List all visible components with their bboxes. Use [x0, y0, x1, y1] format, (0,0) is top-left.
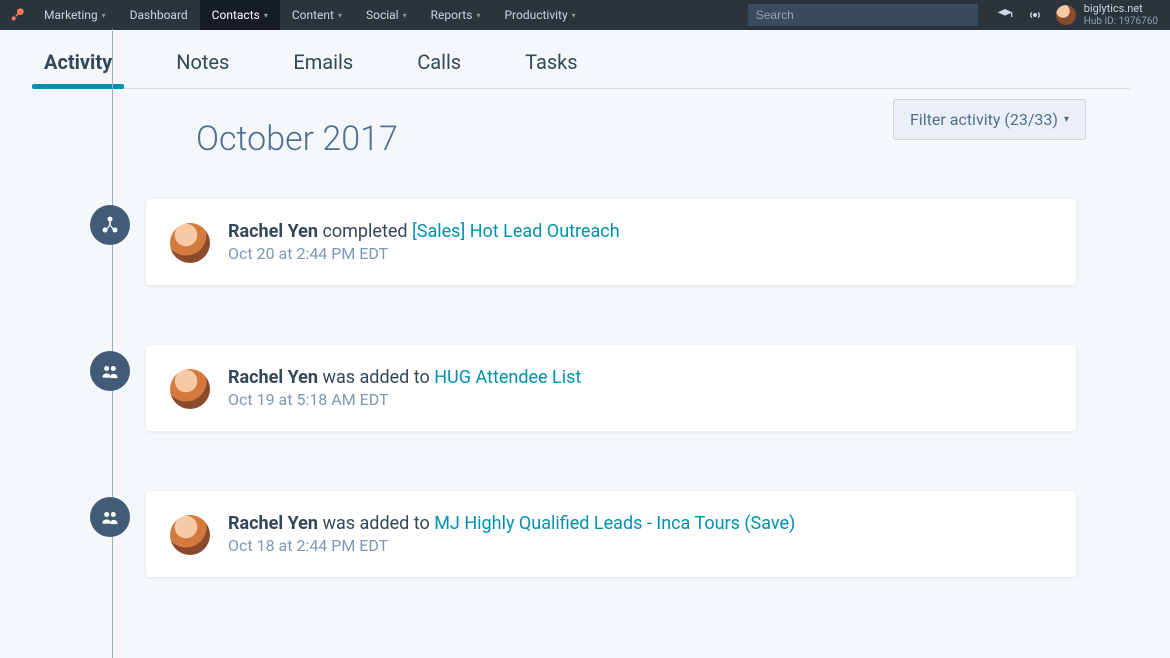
- activity-actor: Rachel Yen: [228, 221, 318, 242]
- chevron-down-icon: ▾: [572, 11, 576, 20]
- tab-label: Activity: [44, 50, 112, 74]
- record-tabs: Activity Notes Emails Calls Tasks: [0, 30, 1170, 89]
- nav-item-dashboard[interactable]: Dashboard: [118, 0, 200, 30]
- activity-object-link[interactable]: MJ Highly Qualified Leads - Inca Tours (…: [434, 513, 795, 534]
- top-nav: Marketing ▾ Dashboard Contacts ▾ Content…: [0, 0, 1170, 30]
- activity-actor: Rachel Yen: [228, 513, 318, 534]
- nav-item-contacts[interactable]: Contacts ▾: [200, 0, 280, 30]
- activity-card[interactable]: Rachel Yen was added to MJ Highly Qualif…: [146, 491, 1076, 577]
- timeline-event: Rachel Yen was added to MJ Highly Qualif…: [146, 491, 1110, 577]
- academy-icon[interactable]: [994, 7, 1016, 23]
- account-domain: biglytics.net: [1084, 3, 1158, 15]
- nav-item-label: Productivity: [504, 8, 567, 22]
- activity-title: Rachel Yen was added to MJ Highly Qualif…: [228, 513, 1052, 534]
- tab-label: Calls: [417, 50, 461, 74]
- timeline-month-heading: October 2017: [196, 119, 1110, 159]
- timeline-event: Rachel Yen completed [Sales] Hot Lead Ou…: [146, 199, 1110, 285]
- nav-item-label: Social: [366, 8, 399, 22]
- tab-label: Tasks: [525, 50, 578, 74]
- tab-tasks[interactable]: Tasks: [521, 44, 582, 88]
- chevron-down-icon: ▾: [403, 11, 407, 20]
- activity-object-link[interactable]: HUG Attendee List: [434, 367, 581, 388]
- tab-emails[interactable]: Emails: [289, 44, 357, 88]
- nav-item-social[interactable]: Social ▾: [354, 0, 419, 30]
- tab-notes[interactable]: Notes: [172, 44, 233, 88]
- actor-avatar: [170, 515, 210, 555]
- nav-item-productivity[interactable]: Productivity ▾: [492, 0, 587, 30]
- nav-item-reports[interactable]: Reports ▾: [419, 0, 493, 30]
- nav-item-label: Contacts: [212, 8, 260, 22]
- nav-item-content[interactable]: Content ▾: [280, 0, 354, 30]
- activity-object-link[interactable]: [Sales] Hot Lead Outreach: [412, 221, 620, 242]
- activity-actor: Rachel Yen: [228, 367, 318, 388]
- nav-item-label: Dashboard: [130, 8, 188, 22]
- user-avatar[interactable]: [1056, 5, 1076, 25]
- activity-title: Rachel Yen was added to HUG Attendee Lis…: [228, 367, 1052, 388]
- list-icon: [90, 497, 130, 537]
- tab-activity[interactable]: Activity: [40, 44, 116, 88]
- activity-card[interactable]: Rachel Yen completed [Sales] Hot Lead Ou…: [146, 199, 1076, 285]
- tab-label: Notes: [176, 50, 229, 74]
- timeline: October 2017 Rachel Yen completed [Sales…: [110, 119, 1110, 577]
- workflow-icon: [90, 205, 130, 245]
- timeline-event: Rachel Yen was added to HUG Attendee Lis…: [146, 345, 1110, 431]
- global-search[interactable]: [748, 4, 978, 26]
- account-hub-id: Hub ID: 1976760: [1084, 16, 1158, 27]
- tab-label: Emails: [293, 50, 353, 74]
- chevron-down-icon: ▾: [338, 11, 342, 20]
- chevron-down-icon: ▾: [102, 11, 106, 20]
- chevron-down-icon: ▾: [264, 11, 268, 20]
- hubspot-logo-icon: [8, 6, 26, 24]
- nav-product-label: Marketing: [44, 8, 98, 22]
- account-menu[interactable]: biglytics.net Hub ID: 1976760: [1084, 3, 1158, 26]
- search-input[interactable]: [756, 8, 970, 22]
- broadcast-icon[interactable]: [1024, 7, 1046, 23]
- actor-avatar: [170, 369, 210, 409]
- nav-product[interactable]: Marketing ▾: [32, 0, 118, 30]
- activity-verb: completed: [322, 221, 412, 242]
- tab-calls[interactable]: Calls: [413, 44, 465, 88]
- activity-feed: Filter activity (23/33) ▾ October 2017 R…: [0, 89, 1170, 577]
- activity-timestamp: Oct 19 at 5:18 AM EDT: [228, 390, 1052, 409]
- activity-verb: was added to: [322, 367, 434, 388]
- chevron-down-icon: ▾: [476, 11, 480, 20]
- nav-item-label: Content: [292, 8, 334, 22]
- nav-item-label: Reports: [431, 8, 473, 22]
- activity-title: Rachel Yen completed [Sales] Hot Lead Ou…: [228, 221, 1052, 242]
- activity-card[interactable]: Rachel Yen was added to HUG Attendee Lis…: [146, 345, 1076, 431]
- activity-timestamp: Oct 20 at 2:44 PM EDT: [228, 244, 1052, 263]
- activity-timestamp: Oct 18 at 2:44 PM EDT: [228, 536, 1052, 555]
- list-icon: [90, 351, 130, 391]
- activity-verb: was added to: [322, 513, 434, 534]
- actor-avatar: [170, 223, 210, 263]
